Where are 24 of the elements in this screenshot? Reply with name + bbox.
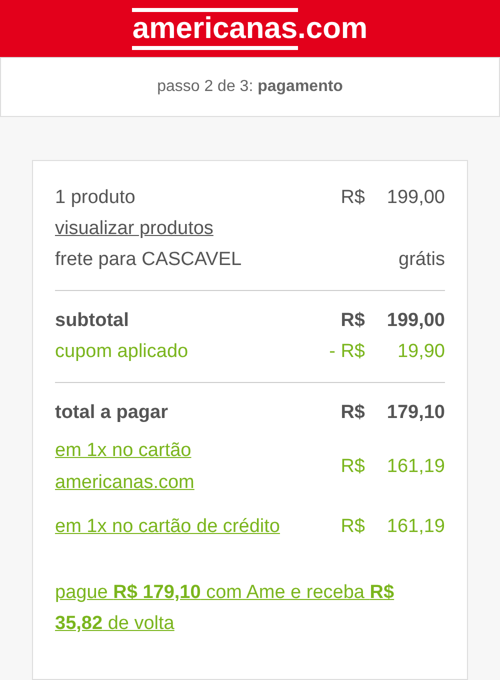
- currency-symbol: R$: [340, 309, 365, 334]
- price-amount: 179,10: [386, 401, 445, 426]
- summary-label: total a pagar: [55, 401, 168, 426]
- store-logo[interactable]: americanas.com: [132, 8, 368, 50]
- summary-label: subtotal: [55, 309, 129, 334]
- payment-option-link[interactable]: em 1x no cartão de crédito: [55, 511, 280, 543]
- currency-symbol: R$: [340, 515, 365, 539]
- coupon-label: cupom aplicado: [55, 340, 188, 364]
- summary-label: 1 produto: [55, 186, 136, 210]
- price-amount: 161,19: [386, 515, 445, 539]
- currency-symbol: - R$: [329, 340, 365, 364]
- summary-label: frete para CASCAVEL: [55, 248, 242, 272]
- ame-cashback-link[interactable]: pague R$ 179,10 com Ame e receba R$ 35,82 de volta: [55, 577, 445, 639]
- currency-symbol: R$: [340, 401, 365, 426]
- currency-symbol: R$: [340, 186, 365, 210]
- price-amount: 199,00: [386, 186, 445, 210]
- currency-symbol: R$: [340, 455, 365, 479]
- checkout-step: passo 2 de 3: pagamento: [157, 75, 343, 99]
- price-amount: 199,00: [386, 309, 445, 334]
- price-amount: 19,90: [396, 340, 445, 364]
- view-products-link[interactable]: visualizar produtos: [55, 215, 214, 244]
- price-amount: 161,19: [386, 455, 445, 479]
- price-amount: grátis: [398, 248, 445, 272]
- payment-option-link[interactable]: em 1x no cartão americanas.com: [55, 435, 310, 499]
